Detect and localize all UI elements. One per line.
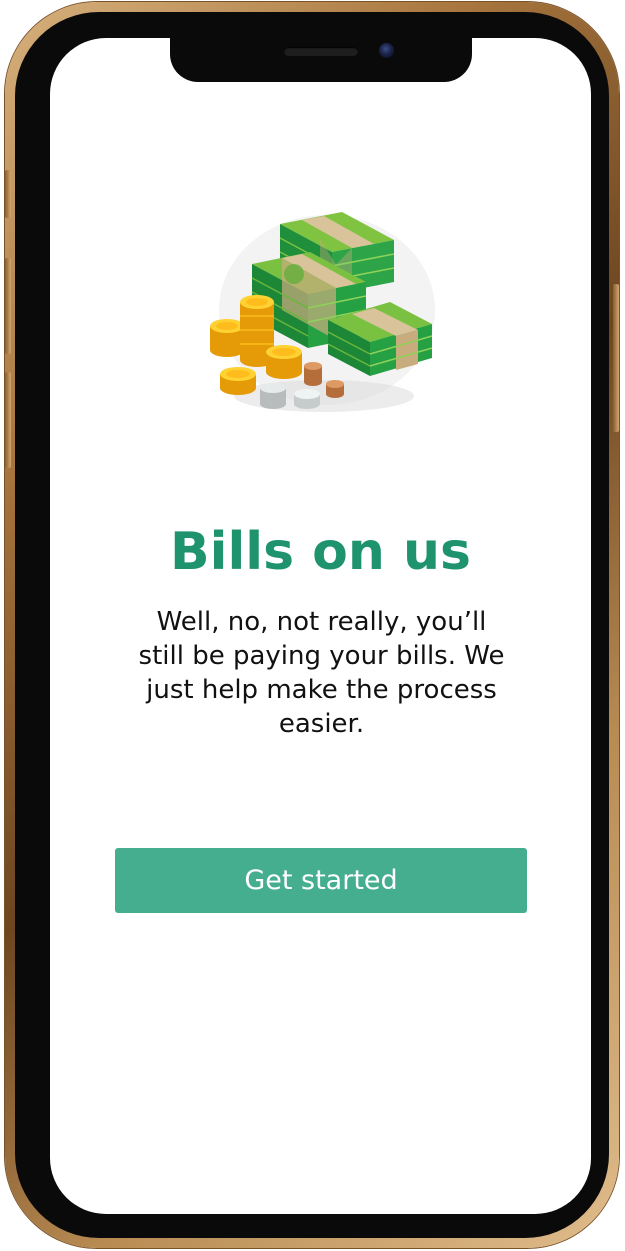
app-screen: Bills on us Well, no, not really, you’ll… <box>50 38 591 1214</box>
volume-down-button <box>5 372 11 468</box>
gold-coin-stack-right <box>266 345 302 379</box>
page-description: Well, no, not really, you’ll still be pa… <box>138 607 505 739</box>
page-title: Bills on us <box>170 522 471 582</box>
power-button <box>613 284 619 432</box>
phone-notch <box>170 30 472 82</box>
gold-coin-stack-front <box>220 367 256 395</box>
silent-switch <box>5 170 11 218</box>
gold-coin-stack-left <box>210 319 244 357</box>
speaker-grille <box>284 47 358 56</box>
volume-up-button <box>5 258 11 354</box>
money-stack-illustration <box>210 212 435 412</box>
phone-frame: Bills on us Well, no, not really, you’ll… <box>5 2 619 1248</box>
money-stack-icon <box>202 170 442 420</box>
get-started-button[interactable]: Get started <box>115 848 527 913</box>
camera-icon <box>379 43 394 58</box>
